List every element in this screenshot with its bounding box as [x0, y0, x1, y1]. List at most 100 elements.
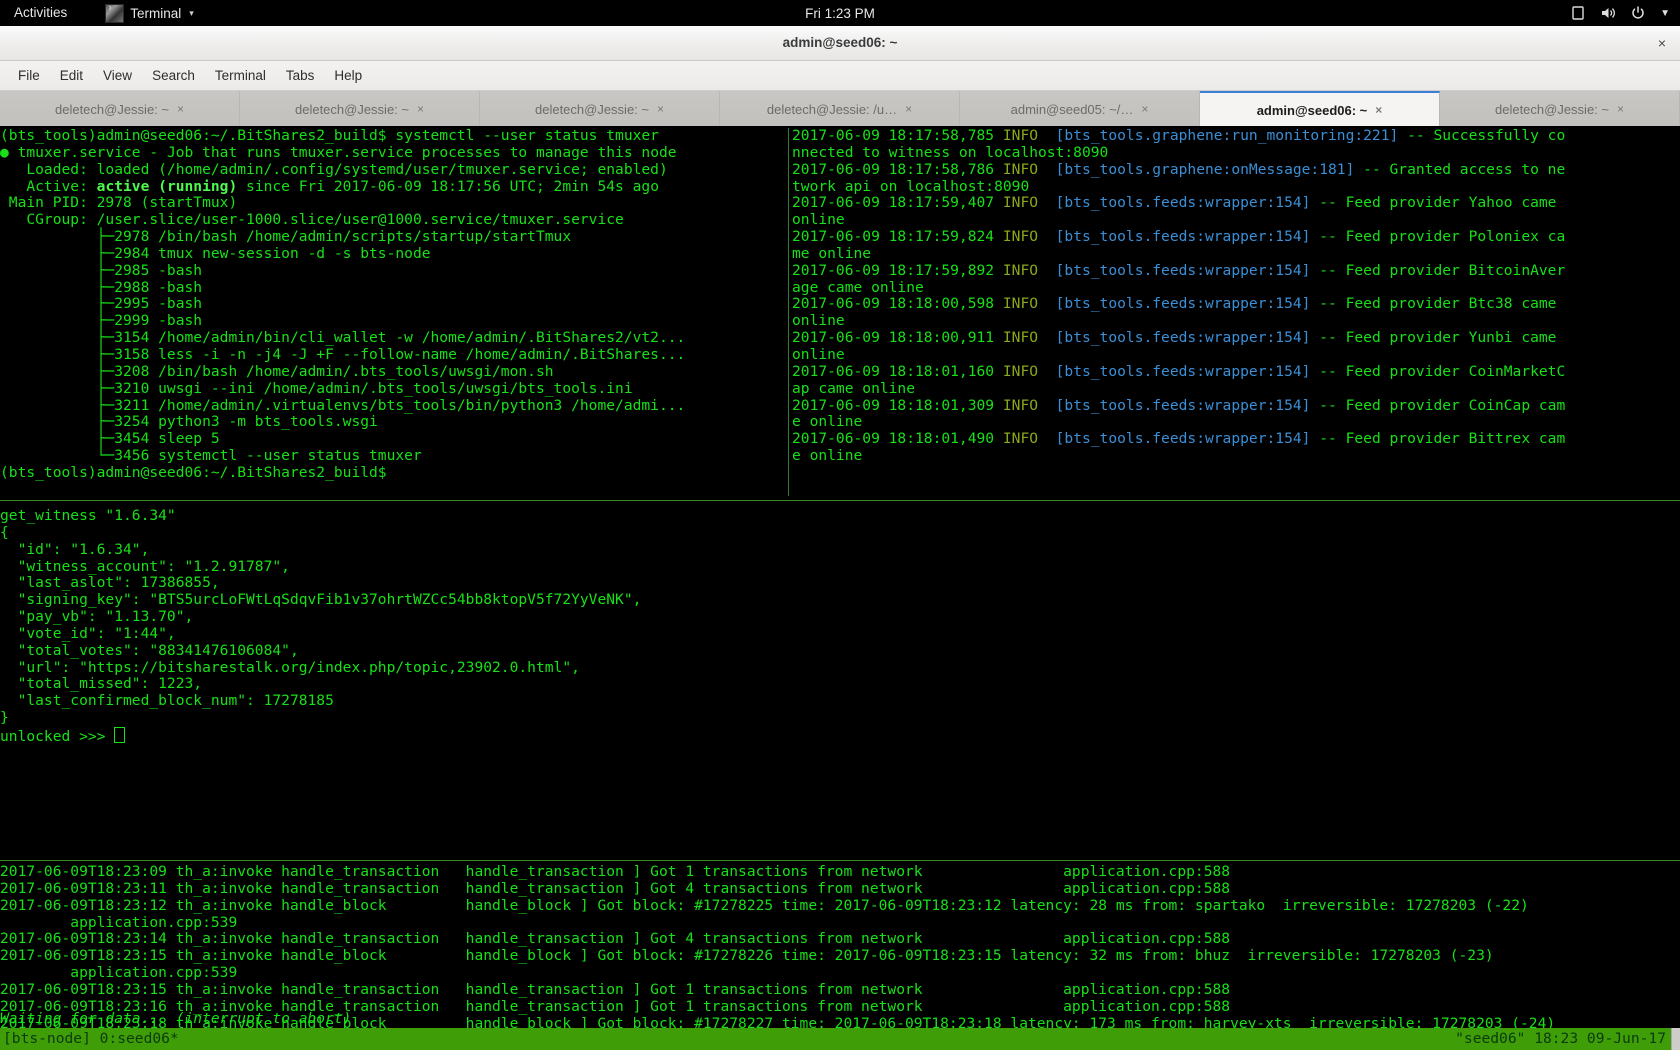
bts-log-line-8: 2017-06-09 18:17:59,892 INFO [bts_tools.… [792, 261, 1566, 279]
bts-log-line-13: online [792, 345, 845, 363]
close-icon[interactable]: × [1375, 103, 1382, 117]
tab-label: deletech@Jessie: /u… [766, 101, 898, 117]
tmux-pane-separator-horizontal-1 [0, 500, 1680, 501]
volume-icon[interactable] [1600, 5, 1616, 21]
systemctl-line-13: ├─3158 less -i -n -j4 -J +F --follow-nam… [0, 345, 686, 363]
menu-item-file[interactable]: File [8, 65, 50, 86]
system-tray: ▼ [1570, 5, 1670, 21]
node-log-line-0: 2017-06-09T18:23:09 th_a:invoke handle_t… [0, 864, 1231, 880]
bts-log-line-3: twork api on localhost:8090 [792, 177, 1030, 195]
systemctl-line-10: ├─2995 -bash [0, 295, 203, 313]
node-log-line-2: 2017-06-09T18:23:12 th_a:invoke handle_b… [0, 896, 1529, 914]
tab-4[interactable]: admin@seed05: ~/… × [960, 91, 1200, 127]
tmux-pane-separator-vertical [788, 128, 789, 496]
bts-log-line-14: 2017-06-09 18:18:01,160 INFO [bts_tools.… [792, 362, 1566, 380]
wallet-line-1: { [0, 523, 9, 541]
systemctl-line-14: ├─3208 /bin/bash /home/admin/.bts_tools/… [0, 362, 554, 380]
tmux-pane-bts-tools-log[interactable]: 2017-06-09 18:17:58,785 INFO [bts_tools.… [792, 128, 1680, 498]
terminal-content[interactable]: (bts_tools)admin@seed06:~/.BitShares2_bu… [0, 126, 1680, 1050]
node-log-line-5: 2017-06-09T18:23:15 th_a:invoke handle_b… [0, 947, 1494, 965]
tab-label: admin@seed06: ~ [1256, 102, 1368, 118]
menu-item-help[interactable]: Help [324, 65, 372, 86]
wallet-line-3: "witness_account": "1.2.91787", [0, 557, 290, 575]
tab-label: admin@seed05: ~/… [1010, 101, 1134, 117]
tab-1[interactable]: deletech@Jessie: ~ × [240, 91, 480, 127]
tab-bar: deletech@Jessie: ~ × deletech@Jessie: ~ … [0, 91, 1680, 128]
bts-log-line-7: me online [792, 244, 872, 262]
bts-log-line-4: 2017-06-09 18:17:59,407 INFO [bts_tools.… [792, 194, 1557, 212]
close-icon[interactable]: × [657, 102, 664, 116]
bts-log-line-10: 2017-06-09 18:18:00,598 INFO [bts_tools.… [792, 295, 1557, 313]
systemctl-line-4: Main PID: 2978 (startTmux) [0, 194, 238, 212]
close-icon[interactable]: × [417, 102, 424, 116]
menu-item-search[interactable]: Search [142, 65, 205, 86]
bts-log-line-17: e online [792, 413, 863, 431]
close-icon[interactable]: × [1141, 102, 1148, 116]
power-icon[interactable] [1630, 5, 1646, 21]
menu-item-terminal[interactable]: Terminal [205, 65, 276, 86]
terminal-window: admin@seed06: ~ × File Edit View Search … [0, 26, 1680, 1050]
tmux-pane-cli-wallet[interactable]: get_witness "1.6.34"{ "id": "1.6.34", "w… [0, 508, 1680, 858]
display-icon[interactable] [1570, 5, 1586, 21]
activities-button[interactable]: Activities [0, 0, 77, 26]
systemctl-line-9: ├─2988 -bash [0, 278, 203, 296]
bts-log-line-18: 2017-06-09 18:18:01,490 INFO [bts_tools.… [792, 430, 1566, 448]
node-log-line-1: 2017-06-09T18:23:11 th_a:invoke handle_t… [0, 879, 1231, 897]
tab-6[interactable]: deletech@Jessie: ~ × [1440, 91, 1680, 127]
systemctl-line-1: ● tmuxer.service - Job that runs tmuxer.… [0, 143, 677, 161]
waiting-for-data-text: Waiting for data... (interrupt to abort) [0, 1010, 352, 1028]
tmux-pane-systemctl-status[interactable]: (bts_tools)admin@seed06:~/.BitShares2_bu… [0, 128, 786, 498]
node-log-line-4: 2017-06-09T18:23:14 th_a:invoke handle_t… [0, 930, 1231, 948]
systemctl-line-6: ├─2978 /bin/bash /home/admin/scripts/sta… [0, 228, 572, 246]
app-menu-button[interactable]: Terminal ▾ [105, 2, 194, 23]
bts-log-line-11: online [792, 312, 845, 330]
systemctl-line-12: ├─3154 /home/admin/bin/cli_wallet -w /ho… [0, 329, 686, 347]
systemctl-line-16: ├─3211 /home/admin/.virtualenvs/bts_tool… [0, 396, 686, 414]
tab-5-active[interactable]: admin@seed06: ~ × [1200, 91, 1440, 127]
window-titlebar: admin@seed06: ~ × [0, 26, 1680, 61]
wallet-line-12: } [0, 709, 9, 727]
close-icon[interactable]: × [177, 102, 184, 116]
menu-item-view[interactable]: View [93, 65, 142, 86]
tab-0[interactable]: deletech@Jessie: ~ × [0, 91, 240, 127]
systemctl-line-7: ├─2984 tmux new-session -d -s bts-node [0, 244, 431, 262]
close-icon[interactable]: × [1658, 26, 1666, 60]
tmux-status-line: [bts-node] 0:seed06* "seed06" 18:23 09-J… [0, 1028, 1672, 1050]
wallet-line-7: "vote_id": "1:44", [0, 624, 176, 642]
tmux-pane-separator-horizontal-2 [0, 860, 1680, 861]
node-log-line-7: 2017-06-09T18:23:15 th_a:invoke handle_t… [0, 980, 1231, 998]
scrollbar[interactable] [1671, 1028, 1680, 1050]
wallet-line-6: "pay_vb": "1.13.70", [0, 608, 194, 626]
wallet-line-8: "total_votes": "88341476106084", [0, 641, 299, 659]
close-icon[interactable]: × [905, 102, 912, 116]
chevron-down-icon[interactable]: ▼ [1660, 8, 1670, 19]
close-icon[interactable]: × [1617, 102, 1624, 116]
menu-item-edit[interactable]: Edit [50, 65, 93, 86]
systemctl-line-15: ├─3210 uwsgi --ini /home/admin/.bts_tool… [0, 379, 633, 397]
text-cursor [114, 726, 126, 743]
bts-log-line-15: ap came online [792, 379, 916, 397]
screen-root: Activities Terminal ▾ Fri 1:23 PM ▼ admi… [0, 0, 1680, 1050]
wallet-prompt: unlocked >>> [0, 726, 1680, 745]
terminal-app-icon [105, 2, 125, 23]
bts-log-line-0: 2017-06-09 18:17:58,785 INFO [bts_tools.… [792, 128, 1566, 144]
tmux-session-label: [bts-node] 0:seed06* [3, 1030, 179, 1047]
systemctl-line-8: ├─2985 -bash [0, 261, 203, 279]
systemctl-line-0: (bts_tools)admin@seed06:~/.BitShares2_bu… [0, 128, 659, 144]
clock: Fri 1:23 PM [805, 5, 875, 21]
tab-2[interactable]: deletech@Jessie: ~ × [480, 91, 720, 127]
systemctl-line-2: Loaded: loaded (/home/admin/.config/syst… [0, 160, 668, 178]
tab-label: deletech@Jessie: ~ [54, 101, 169, 117]
systemctl-line-11: ├─2999 -bash [0, 312, 203, 330]
bts-log-line-12: 2017-06-09 18:18:00,911 INFO [bts_tools.… [792, 329, 1557, 347]
tab-label: deletech@Jessie: ~ [534, 101, 649, 117]
bts-log-line-1: nnected to witness on localhost:8090 [792, 143, 1109, 161]
menu-bar: File Edit View Search Terminal Tabs Help [0, 61, 1680, 91]
bts-log-line-9: age came online [792, 278, 924, 296]
node-log-line-6: application.cpp:539 [0, 964, 238, 982]
wallet-line-5: "signing_key": "BTS5urcLoFWtLqSdqvFib1v3… [0, 591, 642, 609]
window-title: admin@seed06: ~ [782, 35, 898, 50]
tab-3[interactable]: deletech@Jessie: /u… × [720, 91, 960, 127]
gnome-top-bar: Activities Terminal ▾ Fri 1:23 PM ▼ [0, 0, 1680, 26]
menu-item-tabs[interactable]: Tabs [276, 65, 325, 86]
